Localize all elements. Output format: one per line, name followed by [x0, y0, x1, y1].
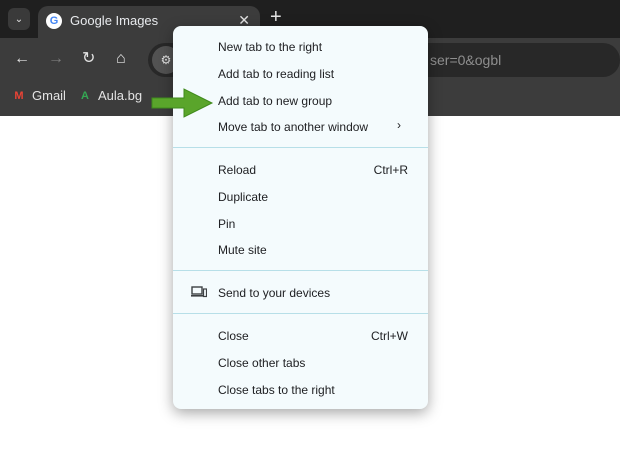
- menu-item-move-to-window[interactable]: Move tab to another window: [218, 120, 368, 134]
- menu-separator: [173, 147, 428, 148]
- forward-icon[interactable]: →: [48, 50, 64, 68]
- gmail-icon: M: [14, 89, 24, 102]
- bookmark-gmail[interactable]: M Gmail: [12, 88, 66, 103]
- bookmark-aula[interactable]: A Aula.bg: [78, 88, 142, 103]
- new-tab-button[interactable]: +: [270, 7, 282, 27]
- back-icon[interactable]: ←: [14, 50, 30, 68]
- menu-item-mute-site[interactable]: Mute site: [218, 243, 267, 257]
- menu-separator: [173, 313, 428, 314]
- tab-title: Google Images: [70, 13, 159, 28]
- menu-item-new-tab-right[interactable]: New tab to the right: [218, 40, 322, 54]
- tab-search-button[interactable]: ⌄: [8, 8, 30, 30]
- aula-icon: A: [81, 89, 89, 102]
- shortcut-close: Ctrl+W: [371, 329, 408, 343]
- menu-item-add-to-new-group[interactable]: Add tab to new group: [218, 94, 332, 108]
- tab-context-menu: New tab to the right Add tab to reading …: [173, 26, 428, 409]
- menu-item-pin[interactable]: Pin: [218, 217, 235, 231]
- menu-item-send-to-devices[interactable]: Send to your devices: [218, 286, 330, 300]
- menu-item-add-to-reading-list[interactable]: Add tab to reading list: [218, 67, 334, 81]
- chevron-right-icon: ›: [397, 118, 401, 132]
- menu-item-close-other-tabs[interactable]: Close other tabs: [218, 356, 305, 370]
- green-arrow-annotation: [151, 88, 214, 118]
- bookmark-label: Aula.bg: [98, 88, 143, 103]
- shortcut-reload: Ctrl+R: [373, 163, 408, 177]
- menu-separator: [173, 270, 428, 271]
- menu-item-duplicate[interactable]: Duplicate: [218, 190, 268, 204]
- home-icon[interactable]: ⌂: [116, 50, 126, 68]
- menu-item-close-tabs-right[interactable]: Close tabs to the right: [218, 383, 335, 397]
- menu-item-close[interactable]: Close: [218, 329, 249, 343]
- bookmark-label: Gmail: [32, 88, 66, 103]
- devices-icon: [191, 286, 207, 298]
- menu-item-reload[interactable]: Reload: [218, 163, 256, 177]
- address-text: ser=0&ogbl: [430, 52, 502, 68]
- google-favicon-icon: G: [46, 13, 62, 29]
- reload-icon[interactable]: ↻: [82, 50, 95, 68]
